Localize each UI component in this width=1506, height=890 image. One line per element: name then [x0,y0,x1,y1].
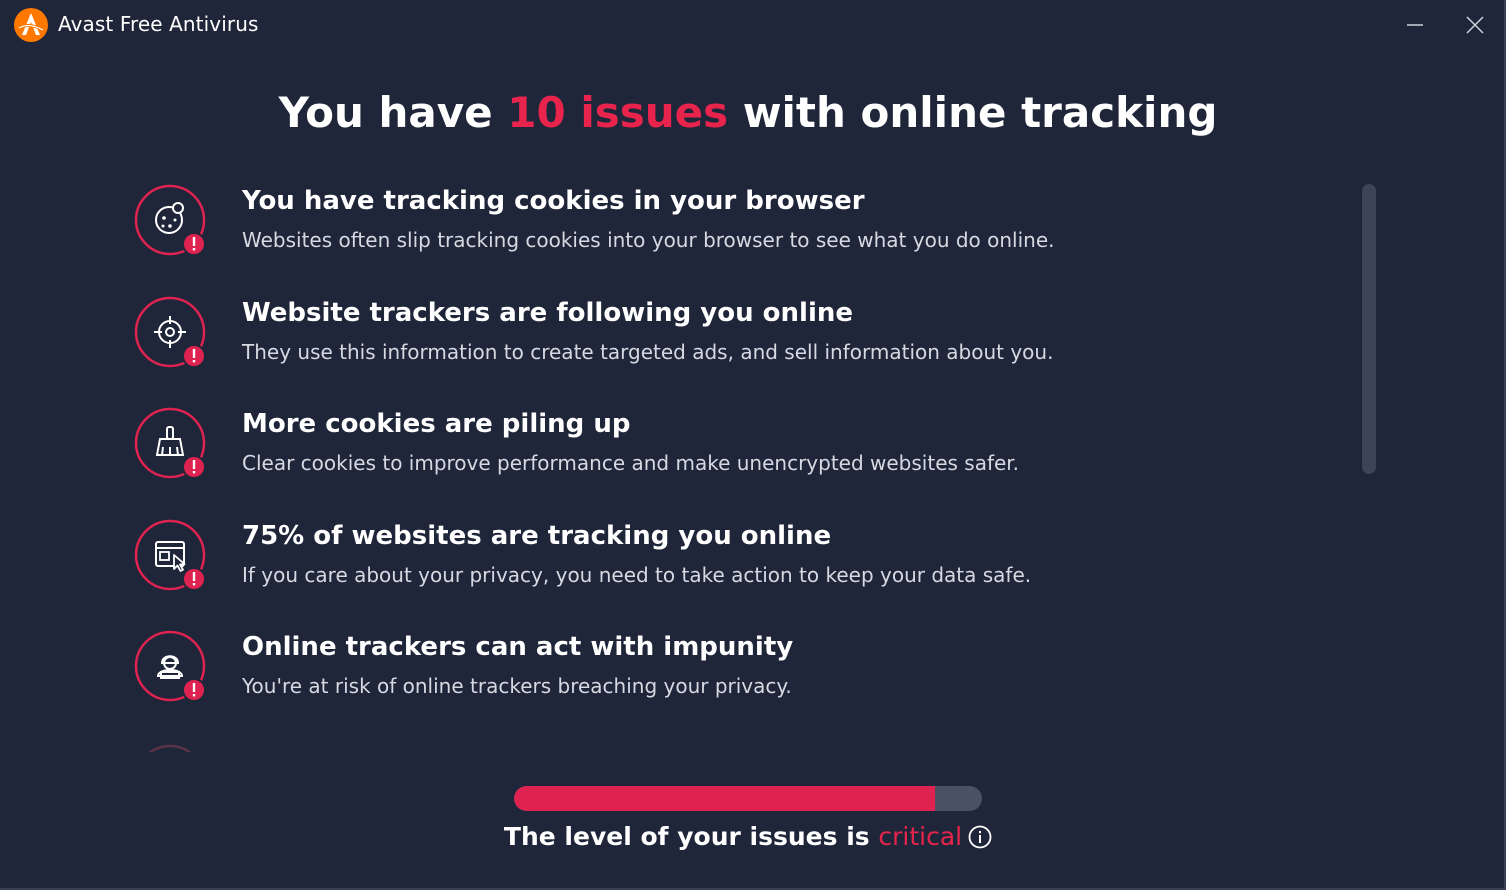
issue-description: You're at risk of online trackers breach… [242,674,792,698]
issue-title: 75% of websites are tracking you online [242,521,832,551]
info-button[interactable] [968,825,992,855]
issue-item: You have tracking cookies in your browse… [134,184,1344,274]
issues-list: You have tracking cookies in your browse… [134,184,1344,750]
issue-title: More cookies are piling up [242,409,631,439]
issue-icon-ring [148,744,192,752]
issue-item: Website trackers are following you onlin… [134,296,1344,386]
close-button[interactable] [1460,10,1490,40]
window-title: Avast Free Antivirus [58,12,259,36]
page-title-suffix: with online tracking [728,88,1218,137]
issue-description: They use this information to create targ… [242,340,1054,364]
issue-level-fill [514,786,936,811]
avast-logo-icon [14,8,48,42]
close-icon [1466,16,1484,34]
crosshair-icon [134,296,206,368]
broom-icon [134,407,206,479]
scrollbar-thumb[interactable] [1362,184,1376,474]
issue-level-status: critical [878,822,963,851]
app-window: Avast Free Antivirus You have 10 issues … [0,0,1506,890]
issue-description: Clear cookies to improve performance and… [242,451,1020,475]
title-bar: Avast Free Antivirus [0,0,1506,50]
hacker-icon [134,630,206,702]
issue-description: If you care about your privacy, you need… [242,563,1032,587]
issue-level-label: The level of your issues is [503,822,879,851]
issue-level-bar [514,786,982,811]
page-title: You have 10 issues with online tracking [0,88,1496,137]
page-title-prefix: You have [278,88,508,137]
next-issue-peek [134,736,214,752]
issue-level-text: The level of your issues is critical [0,822,1496,855]
issue-item: Online trackers can act with impunity Yo… [134,630,1344,720]
minimize-icon [1407,24,1423,26]
issue-item: More cookies are piling up Clear cookies… [134,407,1344,497]
browser-cursor-icon [134,519,206,591]
issue-count: 10 issues [507,88,729,137]
issue-item: 75% of websites are tracking you online … [134,519,1344,609]
minimize-button[interactable] [1400,10,1430,40]
issue-title: Online trackers can act with impunity [242,632,794,662]
info-icon [968,825,992,849]
issue-description: Websites often slip tracking cookies int… [242,228,1055,252]
cookie-icon [134,184,206,256]
issue-title: Website trackers are following you onlin… [242,298,854,328]
issue-title: You have tracking cookies in your browse… [242,186,865,216]
